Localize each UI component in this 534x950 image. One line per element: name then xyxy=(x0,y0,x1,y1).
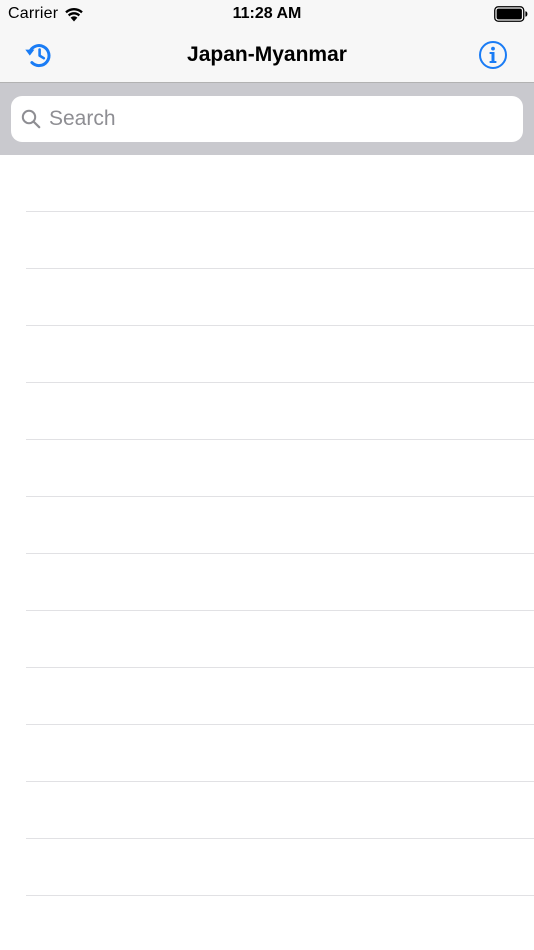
table-row[interactable] xyxy=(0,440,534,497)
battery-icon xyxy=(494,6,528,22)
search-input[interactable] xyxy=(49,107,509,131)
table-row[interactable] xyxy=(0,611,534,668)
table-row[interactable] xyxy=(0,212,534,269)
table-row[interactable] xyxy=(0,497,534,554)
info-button[interactable] xyxy=(476,38,510,72)
table-row[interactable] xyxy=(0,782,534,839)
table-row[interactable] xyxy=(0,896,534,950)
table-row[interactable] xyxy=(0,839,534,896)
nav-title: Japan-Myanmar xyxy=(187,43,347,66)
status-time: 11:28 AM xyxy=(232,5,302,22)
table-row[interactable] xyxy=(0,668,534,725)
table-row[interactable] xyxy=(0,554,534,611)
app-screen: Carrier 11:28 AM Japan-Myanmar xyxy=(0,0,534,950)
table-row[interactable] xyxy=(0,326,534,383)
status-bar: Carrier 11:28 AM xyxy=(0,0,534,28)
table-row[interactable] xyxy=(0,383,534,440)
table-row[interactable] xyxy=(0,725,534,782)
table-row[interactable] xyxy=(0,155,534,212)
search-icon xyxy=(21,109,41,129)
search-bar xyxy=(0,83,534,155)
table-row[interactable] xyxy=(0,269,534,326)
navigation-bar: Japan-Myanmar xyxy=(0,28,534,82)
search-field[interactable] xyxy=(11,96,523,142)
info-icon xyxy=(479,41,507,69)
results-list xyxy=(0,155,534,950)
